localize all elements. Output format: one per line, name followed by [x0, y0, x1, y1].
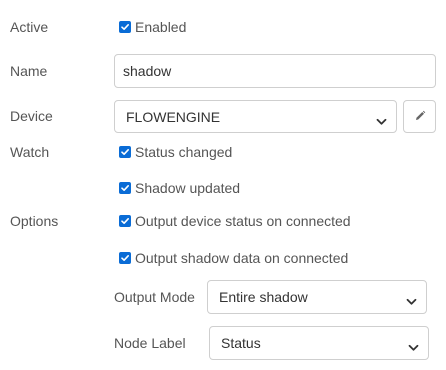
shadow-updated-label: Shadow updated: [135, 180, 241, 196]
output-mode-select[interactable]: Entire shadow: [207, 280, 427, 314]
output-mode-select-value: Entire shadow: [219, 289, 308, 305]
chevron-down-icon: [408, 339, 419, 355]
checkmark-icon: [119, 21, 131, 33]
name-input[interactable]: [114, 54, 436, 88]
checkmark-icon: [119, 215, 131, 227]
options-label: Options: [10, 213, 59, 229]
node-label-select-value: Status: [221, 335, 261, 351]
checkmark-icon: [119, 146, 131, 158]
status-changed-label: Status changed: [135, 144, 233, 160]
chevron-down-icon: [376, 113, 387, 129]
active-label: Active: [10, 19, 49, 35]
node-config-form: Active Enabled Name Device FLOWENGINE Wa…: [0, 0, 446, 370]
watch-label: Watch: [10, 144, 50, 160]
output-mode-label: Output Mode: [114, 289, 195, 305]
device-select[interactable]: FLOWENGINE: [114, 100, 397, 133]
shadow-updated-checkbox[interactable]: Shadow updated: [119, 179, 240, 197]
active-enabled-label: Enabled: [135, 19, 187, 35]
output-device-status-label: Output device status on connected: [135, 213, 351, 229]
edit-device-button[interactable]: [403, 100, 436, 133]
name-label: Name: [10, 63, 48, 79]
chevron-down-icon: [406, 293, 417, 309]
status-changed-checkbox[interactable]: Status changed: [119, 143, 232, 161]
output-shadow-data-checkbox[interactable]: Output shadow data on connected: [119, 249, 348, 267]
output-device-status-checkbox[interactable]: Output device status on connected: [119, 212, 351, 230]
node-label-select[interactable]: Status: [209, 326, 429, 360]
active-enabled-checkbox[interactable]: Enabled: [119, 18, 186, 36]
node-label-label: Node Label: [114, 335, 186, 351]
checkmark-icon: [119, 252, 131, 264]
pencil-icon: [414, 109, 426, 125]
device-select-value: FLOWENGINE: [126, 108, 221, 125]
output-shadow-data-label: Output shadow data on connected: [135, 250, 349, 266]
checkmark-icon: [119, 182, 131, 194]
device-label: Device: [10, 108, 53, 124]
